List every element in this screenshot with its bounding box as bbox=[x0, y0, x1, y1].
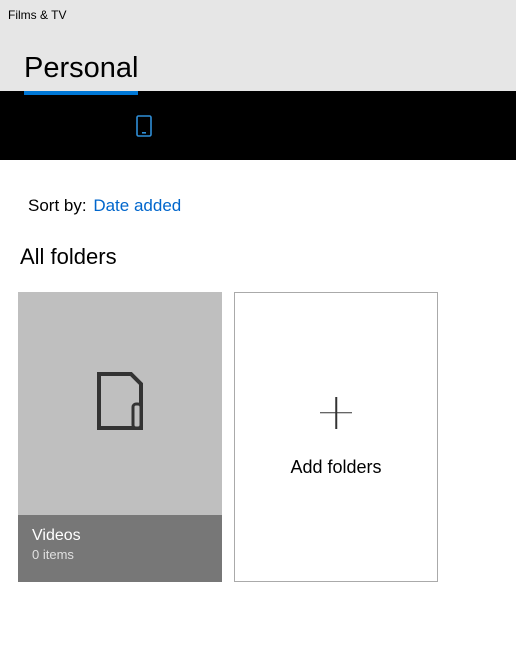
window-title-bar: Films & TV bbox=[0, 0, 516, 30]
header: Personal bbox=[0, 30, 516, 91]
tab-label: Personal bbox=[24, 52, 138, 84]
folder-icon-zone bbox=[18, 292, 222, 515]
add-folders-label: Add folders bbox=[290, 457, 381, 478]
tablet-icon[interactable] bbox=[136, 115, 152, 137]
folder-caption: Videos 0 items bbox=[18, 515, 222, 582]
folder-tile-videos[interactable]: Videos 0 items bbox=[18, 292, 222, 582]
sort-by-label: Sort by: bbox=[28, 196, 87, 215]
tab-personal[interactable]: Personal bbox=[24, 52, 138, 91]
document-icon bbox=[95, 370, 145, 437]
window-title: Films & TV bbox=[8, 8, 66, 22]
tab-row: Personal bbox=[24, 52, 516, 91]
sort-row: Sort by: Date added bbox=[28, 196, 498, 216]
folder-tiles: Videos 0 items Add folders bbox=[18, 292, 498, 582]
folder-name: Videos bbox=[32, 527, 208, 545]
folder-count: 0 items bbox=[32, 547, 208, 562]
add-folders-tile[interactable]: Add folders bbox=[234, 292, 438, 582]
content-area: Sort by: Date added All folders Videos 0… bbox=[0, 160, 516, 582]
plus-icon bbox=[320, 397, 352, 429]
sort-value-dropdown[interactable]: Date added bbox=[93, 196, 181, 215]
device-bar bbox=[0, 91, 516, 160]
section-title: All folders bbox=[20, 244, 498, 270]
